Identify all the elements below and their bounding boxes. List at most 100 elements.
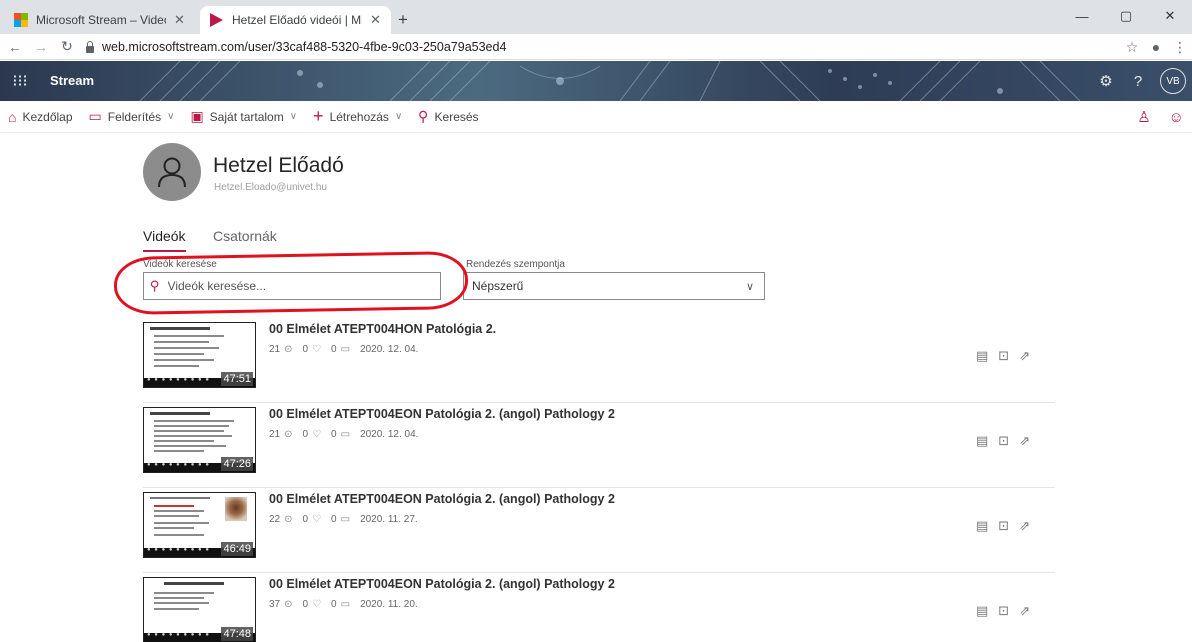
nav-search[interactable]: ⚲ Keresés	[418, 108, 478, 125]
views-icon: ⊙	[284, 599, 293, 610]
slide-title-bar	[164, 582, 224, 585]
video-meta: 37 ⊙ 0 ♡ 0 ▭ 2020. 11. 20.	[269, 599, 422, 610]
video-thumbnail[interactable]: 46:49	[143, 492, 256, 558]
chevron-down-icon: ∨	[289, 111, 298, 122]
like-count: 0	[302, 344, 309, 355]
browser-menu-icon[interactable]: ⋮	[1168, 39, 1192, 56]
add-to-group-icon[interactable]: ⊡	[998, 603, 1009, 619]
nav-my-content-label: Saját tartalom	[209, 109, 284, 124]
url-bar[interactable]: web.microsoftstream.com/user/33caf488-53…	[86, 35, 506, 59]
reload-icon[interactable]: ↻	[56, 38, 78, 55]
video-thumbnail[interactable]: 47:26	[143, 407, 256, 473]
nav-create[interactable]: + Létrehozás ∨	[313, 106, 402, 127]
forward-arrow-icon[interactable]: →	[30, 39, 52, 55]
sort-label: Rendezés szempontja	[466, 259, 565, 270]
nav-create-label: Létrehozás	[329, 109, 389, 124]
help-icon[interactable]: ?	[1128, 73, 1148, 90]
bookmark-star-icon[interactable]: ☆	[1120, 39, 1144, 56]
nav-search-label: Keresés	[434, 109, 479, 124]
nav-my-content[interactable]: ▣ Saját tartalom ∨	[190, 108, 297, 125]
video-thumbnail[interactable]: 47:48	[143, 577, 256, 642]
user-avatar[interactable]: VB	[1160, 68, 1186, 94]
heart-icon: ♡	[312, 599, 322, 610]
video-meta: 22 ⊙ 0 ♡ 0 ▭ 2020. 11. 27.	[269, 514, 422, 525]
video-duration: 47:48	[221, 627, 253, 641]
search-icon: ⚲	[150, 278, 160, 293]
views-icon: ⊙	[284, 429, 293, 440]
comment-count: 0	[331, 599, 337, 610]
app-launcher-icon[interactable]: ⁝⁝⁝	[0, 61, 40, 101]
nav-home[interactable]: ⌂ Kezdőlap	[8, 109, 73, 125]
close-tab-icon[interactable]: ✕	[370, 12, 381, 28]
upload-date: 2020. 11. 20.	[360, 599, 418, 610]
add-to-list-icon[interactable]: ▤	[976, 603, 988, 619]
brand-title[interactable]: Stream	[50, 61, 94, 101]
share-icon[interactable]: ⇗	[1019, 433, 1030, 449]
video-row[interactable]: 46:49 00 Elmélet ATEPT004EON Patológia 2…	[143, 488, 1055, 573]
window-controls: — ▢ ✕	[1060, 0, 1192, 32]
close-window-button[interactable]: ✕	[1148, 0, 1192, 32]
feedback-smiley-icon[interactable]: ☺	[1169, 109, 1184, 126]
share-icon[interactable]: ⇗	[1019, 518, 1030, 534]
nav-home-label: Kezdőlap	[22, 109, 73, 124]
video-title[interactable]: 00 Elmélet ATEPT004EON Patológia 2. (ang…	[269, 407, 615, 421]
share-icon[interactable]: ⇗	[1019, 603, 1030, 619]
profile-avatar	[143, 143, 201, 201]
upload-date: 2020. 12. 04.	[360, 344, 419, 355]
tab-channels[interactable]: Csatornák	[213, 228, 277, 244]
video-thumbnail[interactable]: 47:51	[143, 322, 256, 388]
minimize-button[interactable]: —	[1060, 0, 1104, 32]
add-to-group-icon[interactable]: ⊡	[998, 433, 1009, 449]
sort-dropdown[interactable]: Népszerű ∨	[463, 272, 765, 300]
url-text: web.microsoftstream.com/user/33caf488-53…	[102, 40, 507, 54]
maximize-button[interactable]: ▢	[1104, 0, 1148, 32]
comment-count: 0	[331, 344, 337, 355]
view-count: 22	[269, 514, 281, 525]
tab-videos[interactable]: Videók	[143, 228, 186, 252]
person-icon[interactable]: ♙	[1137, 108, 1150, 126]
add-to-list-icon[interactable]: ▤	[976, 518, 988, 534]
video-actions: ▤ ⊡ ⇗	[976, 518, 1030, 534]
video-row[interactable]: 47:51 00 Elmélet ATEPT004HON Patológia 2…	[143, 318, 1055, 403]
view-count: 21	[269, 344, 281, 355]
video-duration: 47:26	[221, 457, 253, 471]
circuit-pattern	[139, 61, 1081, 101]
comment-icon: ▭	[340, 344, 351, 355]
address-bar-row: ← → ↻ web.microsoftstream.com/user/33caf…	[0, 34, 1192, 60]
video-title[interactable]: 00 Elmélet ATEPT004EON Patológia 2. (ang…	[269, 492, 615, 506]
video-row[interactable]: 47:48 00 Elmélet ATEPT004EON Patológia 2…	[143, 573, 1055, 642]
browser-tabstrip: Microsoft Stream – Videómegosztás ✕ Hetz…	[0, 0, 1192, 34]
add-to-group-icon[interactable]: ⊡	[998, 348, 1009, 364]
browser-tab-hetzel-videos[interactable]: Hetzel Előadó videói | Microsoft Stream …	[200, 6, 391, 34]
slide-photo	[225, 497, 247, 521]
comment-count: 0	[331, 514, 337, 525]
share-icon[interactable]: ⇗	[1019, 348, 1030, 364]
video-search-box[interactable]: ⚲	[143, 272, 441, 300]
view-count: 37	[269, 599, 281, 610]
close-tab-icon[interactable]: ✕	[174, 12, 185, 28]
comment-icon: ▭	[340, 514, 351, 525]
video-title[interactable]: 00 Elmélet ATEPT004HON Patológia 2.	[269, 322, 496, 336]
chevron-down-icon: ∨	[394, 111, 403, 122]
add-to-group-icon[interactable]: ⊡	[998, 518, 1009, 534]
add-to-list-icon[interactable]: ▤	[976, 433, 988, 449]
comment-icon: ▭	[340, 599, 351, 610]
browser-tab-stream-home[interactable]: Microsoft Stream – Videómegosztás ✕	[4, 6, 195, 34]
new-tab-button[interactable]: +	[398, 10, 408, 30]
video-title[interactable]: 00 Elmélet ATEPT004EON Patológia 2. (ang…	[269, 577, 615, 591]
views-icon: ⊙	[284, 514, 293, 525]
add-to-list-icon[interactable]: ▤	[976, 348, 988, 364]
chevron-down-icon: ∨	[745, 280, 754, 293]
settings-gear-icon[interactable]: ⚙	[1096, 72, 1116, 90]
back-arrow-icon[interactable]: ←	[4, 39, 26, 55]
nav-discover-label: Felderítés	[107, 109, 162, 124]
discover-icon: ▭	[88, 108, 102, 124]
profile-icon[interactable]: ●	[1144, 39, 1168, 55]
video-row[interactable]: 47:26 00 Elmélet ATEPT004EON Patológia 2…	[143, 403, 1055, 488]
like-count: 0	[302, 514, 309, 525]
chevron-down-icon: ∨	[167, 111, 175, 122]
heart-icon: ♡	[312, 344, 322, 355]
plus-icon: +	[313, 106, 324, 126]
nav-discover[interactable]: ▭ Felderítés ∨	[89, 108, 175, 125]
search-input[interactable]	[167, 279, 428, 293]
